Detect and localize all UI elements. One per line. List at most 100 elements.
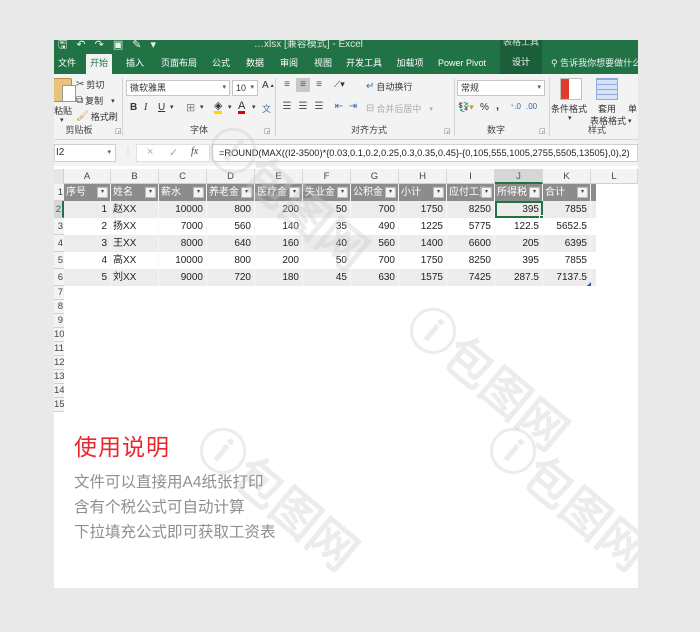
table-cell[interactable]: 140	[255, 218, 303, 235]
table-cell[interactable]: 8000	[159, 235, 207, 252]
conditional-formatting-icon[interactable]	[560, 78, 582, 100]
column-header-h[interactable]: H	[399, 169, 447, 184]
filter-dropdown-icon[interactable]: ▾	[577, 187, 588, 198]
name-box[interactable]: I2 ▾	[54, 144, 116, 162]
row-header-6[interactable]: 6	[54, 269, 64, 286]
copy-dropdown-icon[interactable]: ▾	[111, 97, 115, 105]
cancel-icon[interactable]: ×	[147, 146, 153, 158]
tab-insert[interactable]: 插入	[122, 54, 148, 74]
column-header-i[interactable]: I	[447, 169, 495, 184]
tab-addins[interactable]: 加载项	[394, 54, 426, 74]
row-header-14[interactable]: 14	[54, 384, 64, 398]
table-cell[interactable]: 800	[207, 252, 255, 269]
table-cell[interactable]: 50	[303, 201, 351, 218]
table-cell[interactable]: 1225	[399, 218, 447, 235]
tab-review[interactable]: 审阅	[276, 54, 302, 74]
table-cell[interactable]: 50	[303, 252, 351, 269]
table-cell[interactable]: 180	[255, 269, 303, 286]
table-cell[interactable]: 高XX	[111, 252, 159, 269]
tab-page-layout[interactable]: 页面布局	[158, 54, 200, 74]
resize-dots-icon[interactable]: ⋮	[123, 146, 133, 157]
table-cell[interactable]: 6395	[543, 235, 591, 252]
align-right-icon[interactable]: ☰	[312, 100, 326, 114]
row-header-1[interactable]: 1	[54, 184, 64, 201]
tab-design[interactable]: 设计	[500, 50, 542, 74]
column-header-l[interactable]: L	[591, 169, 638, 184]
tab-file[interactable]: 文件	[56, 54, 78, 74]
column-header-b[interactable]: B	[111, 169, 159, 184]
increase-decimal-icon[interactable]: ⁺.0	[510, 102, 521, 111]
column-header-g[interactable]: G	[351, 169, 399, 184]
tab-data[interactable]: 数据	[242, 54, 268, 74]
table-resize-handle[interactable]	[587, 282, 591, 286]
table-cell[interactable]: 9000	[159, 269, 207, 286]
column-header-c[interactable]: C	[159, 169, 207, 184]
filter-dropdown-icon[interactable]: ▾	[193, 187, 204, 198]
worksheet[interactable]: 序号 ▾ 姓名 ▾ 薪水 ▾ 养老金 ▾ 医疗金 ▾ 失业金 ▾ 公积金 ▾ 小计 ▾ 应付工资 ▾ 所得税 ▾ 合计 ▾…	[64, 184, 638, 406]
table-cell[interactable]: 1	[64, 201, 111, 218]
tab-home[interactable]: 开始	[86, 54, 112, 74]
row-header-4[interactable]: 4	[54, 235, 64, 252]
table-cell[interactable]: 200	[255, 201, 303, 218]
fill-color-dropdown-icon[interactable]: ▾	[228, 103, 232, 111]
table-cell[interactable]: 1400	[399, 235, 447, 252]
column-header-j[interactable]: J	[495, 169, 543, 184]
row-header-2[interactable]: 2	[54, 201, 64, 218]
table-cell[interactable]: 1750	[399, 201, 447, 218]
alignment-launcher-icon[interactable]: ◲	[444, 127, 451, 135]
filter-dropdown-icon[interactable]: ▾	[433, 187, 444, 198]
fill-color-icon[interactable]: ◈	[214, 100, 223, 114]
table-cell[interactable]: 800	[207, 201, 255, 218]
font-name-select[interactable]: 微软雅黑 ▾	[126, 80, 230, 96]
table-cell[interactable]: 刘XX	[111, 269, 159, 286]
table-cell[interactable]: 35	[303, 218, 351, 235]
cell-styles-button[interactable]: 单	[628, 102, 637, 115]
table-cell[interactable]: 7855	[543, 201, 591, 218]
row-header-7[interactable]: 7	[54, 286, 64, 300]
row-header-3[interactable]: 3	[54, 218, 64, 235]
accounting-format-icon[interactable]: 💱▾	[458, 102, 474, 113]
table-cell[interactable]: 40	[303, 235, 351, 252]
column-header-d[interactable]: D	[207, 169, 255, 184]
save-icon[interactable]: 🖫	[58, 40, 67, 50]
table-cell[interactable]: 45	[303, 269, 351, 286]
decrease-decimal-icon[interactable]: .00	[526, 102, 537, 111]
filter-dropdown-icon[interactable]: ▾	[97, 187, 108, 198]
decrease-indent-icon[interactable]: ⇤	[332, 100, 346, 114]
tab-developer[interactable]: 开发工具	[344, 54, 384, 74]
table-cell[interactable]: 205	[495, 235, 543, 252]
tab-formulas[interactable]: 公式	[208, 54, 234, 74]
underline-dropdown-icon[interactable]: ▾	[170, 103, 174, 111]
clipboard-launcher-icon[interactable]: ◲	[115, 127, 122, 135]
filter-dropdown-icon[interactable]: ▾	[337, 187, 348, 198]
filter-dropdown-icon[interactable]: ▾	[241, 187, 252, 198]
merge-dropdown-icon[interactable]: ▾	[429, 105, 433, 113]
paint-icon[interactable]: ✎	[132, 40, 141, 50]
filter-dropdown-icon[interactable]: ▾	[481, 187, 492, 198]
align-bottom-icon[interactable]: ≡	[312, 78, 326, 92]
customize-icon[interactable]: ▾	[150, 40, 156, 50]
table-cell[interactable]: 1750	[399, 252, 447, 269]
conditional-formatting-dropdown-icon[interactable]: ▾	[568, 114, 572, 122]
tab-power-pivot[interactable]: Power Pivot	[436, 54, 488, 74]
number-format-select[interactable]: 常规 ▾	[457, 80, 545, 96]
font-launcher-icon[interactable]: ◲	[264, 127, 271, 135]
table-cell[interactable]: 10000	[159, 201, 207, 218]
comma-button[interactable]: ,	[496, 100, 499, 112]
table-cell[interactable]: 200	[255, 252, 303, 269]
table-cell[interactable]: 560	[351, 235, 399, 252]
increase-font-icon[interactable]: A ▴	[262, 80, 274, 91]
row-header-5[interactable]: 5	[54, 252, 64, 269]
table-cell[interactable]: 4	[64, 252, 111, 269]
row-header-15[interactable]: 15	[54, 398, 64, 412]
cut-button[interactable]: ✂ 剪切	[76, 78, 104, 91]
align-left-icon[interactable]: ☰	[280, 100, 294, 114]
merge-center-button[interactable]: ⊟ 合并后居中 ▾	[366, 102, 433, 115]
filter-dropdown-icon[interactable]: ▾	[289, 187, 300, 198]
paste-dropdown-icon[interactable]: ▾	[60, 116, 64, 124]
align-center-icon[interactable]: ☰	[296, 100, 310, 114]
italic-button[interactable]: I	[144, 102, 147, 113]
orientation-icon[interactable]: ⟋▾	[334, 79, 345, 90]
copy-button[interactable]: ⧉ 复制 ▾	[76, 94, 115, 107]
table-cell[interactable]: 700	[351, 201, 399, 218]
